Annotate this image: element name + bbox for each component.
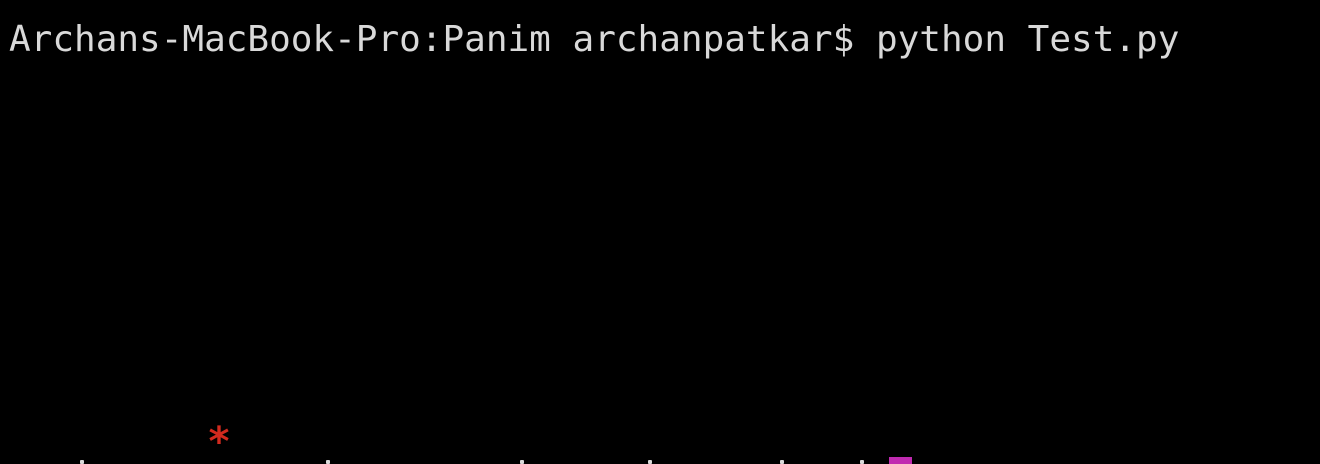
- output-star: *: [207, 419, 232, 464]
- cutoff-glyph: [326, 460, 330, 464]
- terminal-cursor: [889, 457, 912, 464]
- cutoff-glyph: [648, 460, 652, 464]
- terminal-window[interactable]: Archans-MacBook-Pro:Panim archanpatkar$ …: [0, 0, 1320, 464]
- cutoff-glyph: [860, 460, 864, 464]
- cutoff-glyph: [520, 460, 524, 464]
- cutoff-glyph: [80, 460, 84, 464]
- cutoff-glyph: [780, 460, 784, 464]
- prompt-line: Archans-MacBook-Pro:Panim archanpatkar$ …: [9, 19, 1180, 60]
